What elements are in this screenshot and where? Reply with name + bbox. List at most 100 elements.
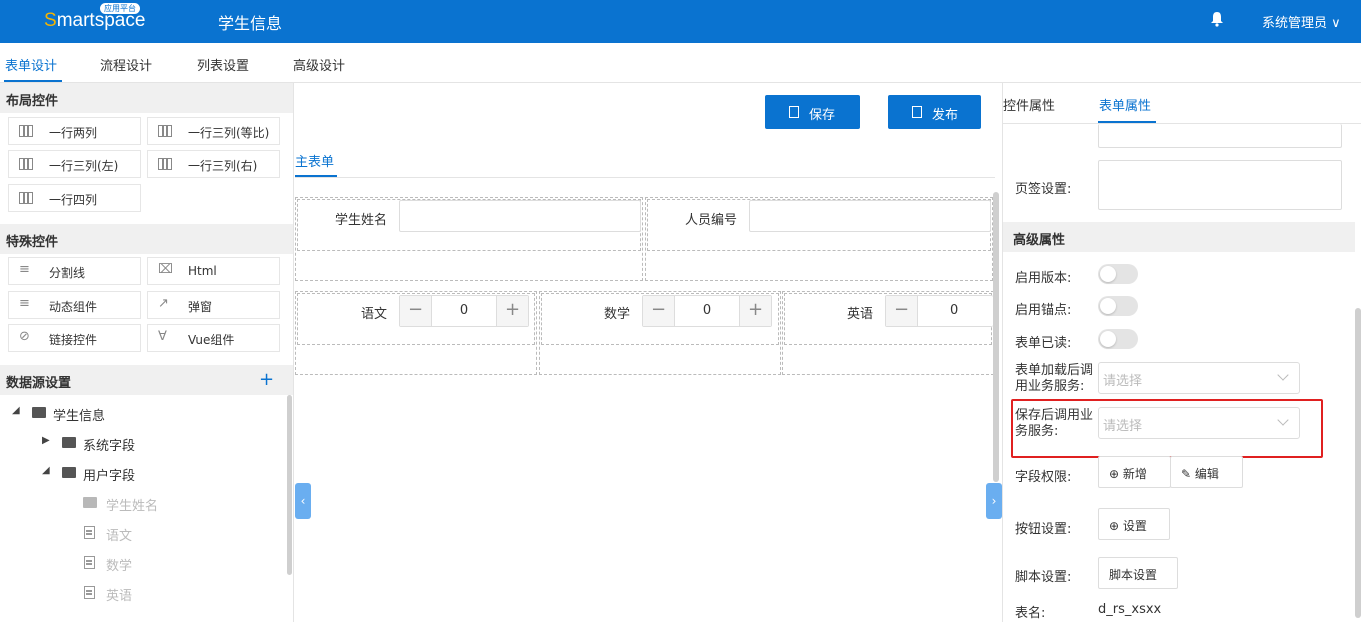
- decrement-button[interactable]: −: [643, 296, 675, 326]
- collapse-right-button[interactable]: ›: [986, 483, 1002, 519]
- control-vue-component[interactable]: ∀ Vue组件: [147, 324, 280, 352]
- save-button[interactable]: 保存: [765, 95, 860, 129]
- signature-label: 页签设置:: [1015, 182, 1072, 197]
- control-label: 动态组件: [49, 300, 98, 314]
- control-label: 一行三列(左): [49, 159, 119, 173]
- edit-icon: ✎: [1181, 467, 1195, 481]
- after-save-service-label: 保存后调用业务服务:: [1015, 408, 1094, 439]
- control-popup[interactable]: ↗ 弹窗: [147, 291, 280, 319]
- after-save-service-select[interactable]: 请选择: [1098, 407, 1300, 439]
- advanced-properties-title: 高级属性: [1003, 222, 1355, 252]
- button-settings-label: 按钮设置:: [1015, 522, 1072, 537]
- caret-right-icon[interactable]: ▶: [42, 435, 50, 446]
- bell-icon[interactable]: [1210, 11, 1224, 27]
- folder-icon: [62, 437, 76, 448]
- staff-id-input[interactable]: [749, 200, 991, 232]
- enable-version-toggle[interactable]: [1098, 264, 1138, 284]
- tab-advanced-design[interactable]: 高级设计: [293, 55, 345, 74]
- button-settings-button[interactable]: ⊕ 设置: [1098, 508, 1170, 540]
- left-panel: 布局控件 一行两列 一行三列(等比) 一行三列(左) 一行三列(右) 一行四列 …: [0, 83, 294, 622]
- script-settings-label: 脚本设置:: [1015, 570, 1072, 585]
- math-stepper[interactable]: − 0 +: [642, 295, 772, 327]
- document-icon: [789, 106, 799, 118]
- control-label: Html: [188, 264, 217, 278]
- control-dynamic-component[interactable]: ≡ 动态组件: [8, 291, 141, 319]
- subtab-divider: [295, 177, 995, 178]
- field-icon: [84, 556, 95, 569]
- layout-controls-title: 布局控件: [0, 83, 293, 113]
- enable-version-label: 启用版本:: [1015, 271, 1072, 286]
- staff-id-label: 人员编号: [684, 213, 737, 228]
- control-three-columns-equal[interactable]: 一行三列(等比): [147, 117, 280, 145]
- tab-flow-design[interactable]: 流程设计: [100, 55, 152, 74]
- decrement-button[interactable]: −: [886, 296, 918, 326]
- math-label: 数学: [603, 307, 630, 322]
- control-label: 一行两列: [49, 126, 98, 140]
- columns-icon: [158, 125, 172, 137]
- script-settings-button[interactable]: 脚本设置: [1098, 557, 1178, 589]
- control-divider[interactable]: ≡ 分割线: [8, 257, 141, 285]
- form-readonly-label: 表单已读:: [1015, 336, 1072, 351]
- user-name: 系统管理员: [1262, 16, 1328, 31]
- plus-circle-icon: ⊕: [1109, 467, 1123, 481]
- control-three-columns-right[interactable]: 一行三列(右): [147, 150, 280, 178]
- control-two-columns[interactable]: 一行两列: [8, 117, 141, 145]
- logo-badge: 应用平台: [100, 3, 140, 14]
- save-label: 保存: [809, 108, 836, 123]
- collapse-left-button[interactable]: ‹: [295, 483, 311, 519]
- plus-circle-icon: ⊕: [1109, 519, 1123, 533]
- control-label: 弹窗: [188, 300, 213, 314]
- control-three-columns-left[interactable]: 一行三列(左): [8, 150, 141, 178]
- tab-form-properties[interactable]: 表单属性: [1099, 95, 1151, 114]
- html-icon: ⌧: [158, 262, 173, 277]
- tab-main-form[interactable]: 主表单: [295, 151, 334, 170]
- tree-label: 数学: [106, 559, 133, 574]
- control-label: 一行三列(右): [188, 159, 258, 173]
- caret-down-icon[interactable]: ◢: [42, 465, 50, 476]
- dynamic-component-icon: ≡: [19, 296, 30, 311]
- form-readonly-toggle[interactable]: [1098, 329, 1138, 349]
- decrement-button[interactable]: −: [400, 296, 432, 326]
- enable-anchor-label: 启用锚点:: [1015, 303, 1072, 318]
- tab-list-settings[interactable]: 列表设置: [197, 55, 249, 74]
- tree-label: 语文: [106, 529, 133, 544]
- canvas-scrollbar[interactable]: [993, 192, 999, 482]
- increment-button[interactable]: +: [496, 296, 528, 326]
- edit-permission-button[interactable]: ✎ 编辑: [1170, 456, 1243, 488]
- control-label: 一行四列: [49, 193, 98, 207]
- form-canvas: 保存 发布 主表单 学生姓名 人员编号 语文 − 0 + 数学 − 0 + 英语…: [295, 83, 1002, 622]
- tree-label: 用户字段: [83, 469, 136, 484]
- select-placeholder: 请选择: [1103, 374, 1143, 389]
- tab-control-properties[interactable]: 控件属性: [1003, 95, 1055, 114]
- signature-textarea[interactable]: [1098, 160, 1342, 210]
- student-name-input[interactable]: [399, 200, 641, 232]
- caret-down-icon[interactable]: ◢: [12, 405, 20, 416]
- chinese-label: 语文: [360, 307, 387, 322]
- property-textarea[interactable]: [1098, 124, 1342, 148]
- control-link[interactable]: ⊘ 链接控件: [8, 324, 141, 352]
- add-label: 新增: [1122, 467, 1147, 481]
- after-load-service-select[interactable]: 请选择: [1098, 362, 1300, 394]
- control-html[interactable]: ⌧ Html: [147, 257, 280, 285]
- chevron-down-icon: ∨: [1327, 16, 1341, 31]
- select-placeholder: 请选择: [1103, 419, 1143, 434]
- table-name-value: d_rs_xsxx: [1098, 602, 1162, 617]
- columns-icon: [19, 158, 33, 170]
- chevron-down-icon: [1277, 414, 1289, 426]
- add-permission-button[interactable]: ⊕ 新增: [1098, 456, 1171, 488]
- increment-button[interactable]: +: [739, 296, 771, 326]
- columns-icon: [19, 125, 33, 137]
- user-menu[interactable]: 系统管理员 ∨: [1262, 12, 1341, 31]
- english-stepper[interactable]: − 0: [885, 295, 993, 327]
- enable-anchor-toggle[interactable]: [1098, 296, 1138, 316]
- popup-icon: ↗: [158, 296, 169, 311]
- tree-label: 学生姓名: [106, 499, 159, 514]
- tab-form-design[interactable]: 表单设计: [5, 55, 57, 74]
- left-scrollbar[interactable]: [287, 395, 292, 575]
- publish-button[interactable]: 发布: [888, 95, 981, 129]
- columns-icon: [19, 192, 33, 204]
- right-scrollbar[interactable]: [1355, 308, 1361, 618]
- control-four-columns[interactable]: 一行四列: [8, 184, 141, 212]
- chinese-stepper[interactable]: − 0 +: [399, 295, 529, 327]
- add-datasource-icon[interactable]: +: [259, 369, 274, 390]
